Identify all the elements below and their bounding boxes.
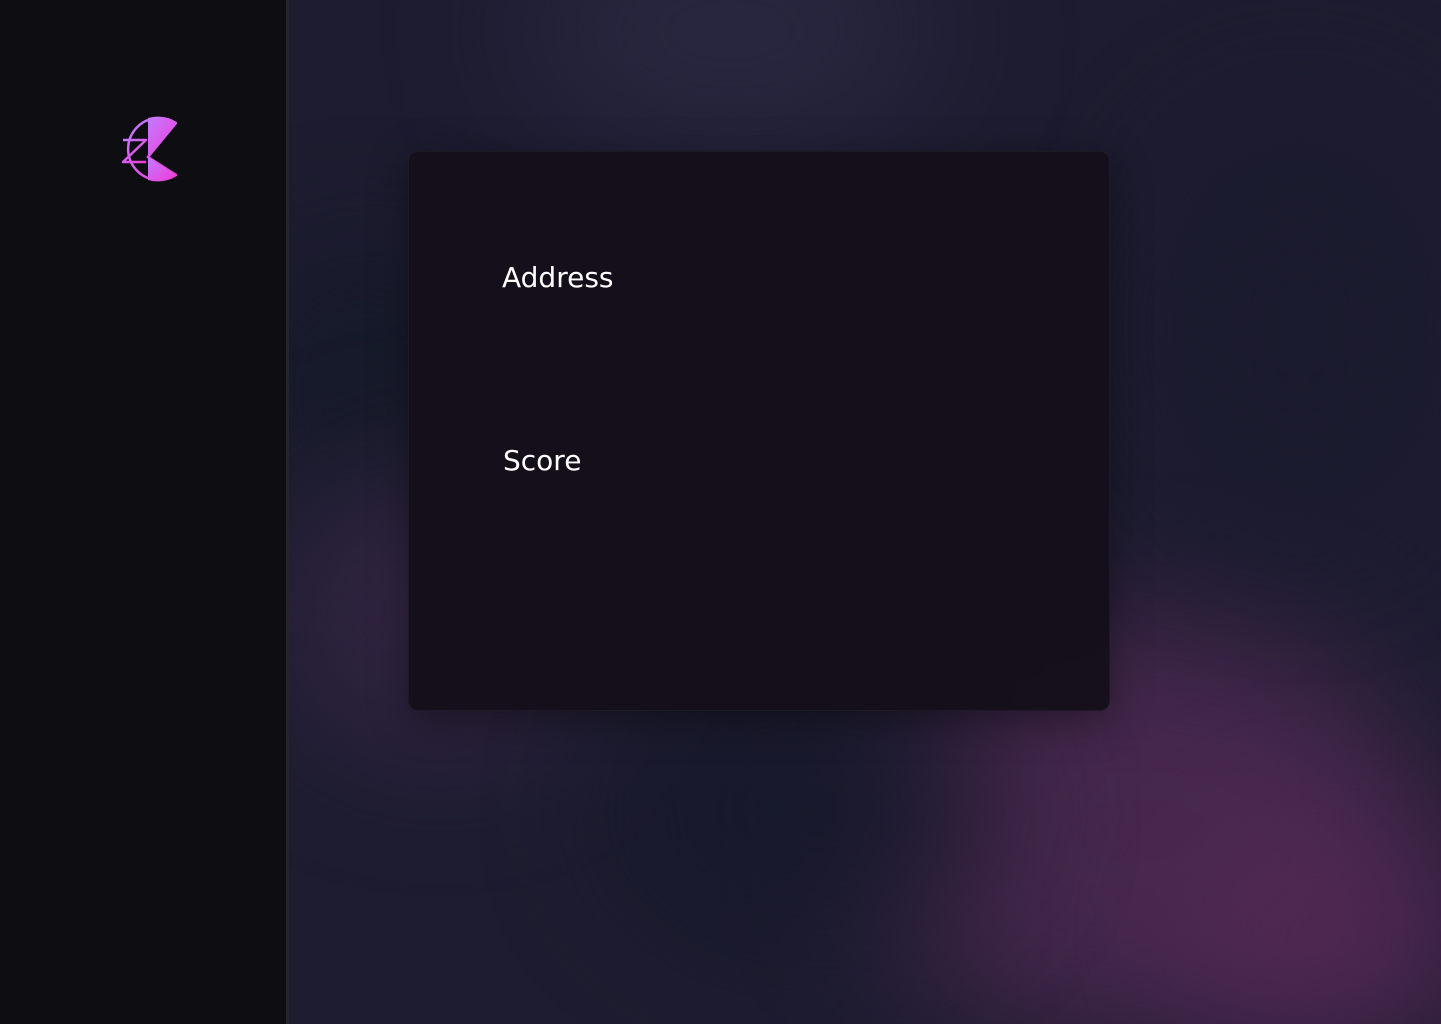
background-glow xyxy=(620,680,1000,940)
score-label: Score xyxy=(503,444,582,477)
details-card: Address Score xyxy=(408,151,1110,711)
background-glow xyxy=(520,0,940,140)
z-pie-logo-icon[interactable] xyxy=(115,116,179,182)
sidebar xyxy=(0,0,289,1024)
background-glow xyxy=(1150,120,1441,540)
address-label: Address xyxy=(502,261,614,294)
